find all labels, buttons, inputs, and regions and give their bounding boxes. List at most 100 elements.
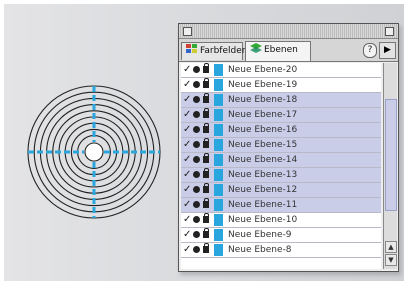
scroll-up-arrow[interactable]: ▲ xyxy=(385,241,397,253)
scroll-down-arrow[interactable]: ▼ xyxy=(385,254,397,266)
visibility-check-icon[interactable]: ✓ xyxy=(183,198,191,212)
tab-swatches[interactable]: Farbfelder xyxy=(181,42,246,60)
layer-color-swatch xyxy=(214,169,223,181)
visibility-check-icon[interactable]: ✓ xyxy=(183,228,191,242)
layer-row[interactable]: ✓ Neue Ebene-18 xyxy=(181,93,381,108)
layer-row[interactable]: ✓ Neue Ebene-16 xyxy=(181,123,381,138)
tab-layers[interactable]: Ebenen xyxy=(245,41,311,61)
visibility-check-icon[interactable]: ✓ xyxy=(183,123,191,137)
layer-row[interactable]: ✓ Neue Ebene-13 xyxy=(181,168,381,183)
scrollbar-thumb[interactable] xyxy=(385,99,397,211)
layer-row[interactable]: ✓ Neue Ebene-8 xyxy=(181,243,381,258)
close-box[interactable] xyxy=(183,27,192,36)
layer-name: Neue Ebene-8 xyxy=(228,245,292,255)
lock-icon[interactable] xyxy=(203,63,209,73)
target-dot-icon[interactable] xyxy=(193,171,200,178)
target-center-ring xyxy=(84,142,104,162)
lock-icon[interactable] xyxy=(203,213,209,223)
visibility-check-icon[interactable]: ✓ xyxy=(183,93,191,107)
target-dot-icon[interactable] xyxy=(193,66,200,73)
target-dot-icon[interactable] xyxy=(193,201,200,208)
lock-icon[interactable] xyxy=(203,168,209,178)
target-dot-icon[interactable] xyxy=(193,141,200,148)
canvas-edge-top xyxy=(0,0,404,4)
target-dot-icon[interactable] xyxy=(193,81,200,88)
visibility-check-icon[interactable]: ✓ xyxy=(183,243,191,257)
target-dot-icon[interactable] xyxy=(193,156,200,163)
concentric-target-artwork[interactable] xyxy=(24,82,164,222)
layer-name: Neue Ebene-10 xyxy=(228,215,298,225)
lock-icon[interactable] xyxy=(203,153,209,163)
visibility-check-icon[interactable]: ✓ xyxy=(183,213,191,227)
layer-name: Neue Ebene-19 xyxy=(228,80,298,90)
layer-row[interactable]: ✓ Neue Ebene-17 xyxy=(181,108,381,123)
layer-row[interactable]: ✓ Neue Ebene-9 xyxy=(181,228,381,243)
swatches-icon xyxy=(186,44,198,54)
layer-color-swatch xyxy=(214,199,223,211)
layer-list-scrollbar[interactable]: ▲ ▼ xyxy=(383,63,397,269)
palette-titlebar[interactable] xyxy=(179,24,398,39)
visibility-check-icon[interactable]: ✓ xyxy=(183,138,191,152)
zoom-box[interactable] xyxy=(385,27,394,36)
lock-icon[interactable] xyxy=(203,123,209,133)
layer-row[interactable]: ✓ Neue Ebene-10 xyxy=(181,213,381,228)
target-dot-icon[interactable] xyxy=(193,246,200,253)
layer-color-swatch xyxy=(214,154,223,166)
lock-icon[interactable] xyxy=(203,78,209,88)
layer-name: Neue Ebene-16 xyxy=(228,125,298,135)
layer-color-swatch xyxy=(214,244,223,256)
artboard-canvas[interactable]: Farbfelder Ebenen ? ▶ ✓ Neue Ebene-20 ✓ Neu… xyxy=(0,0,404,281)
layer-name: Neue Ebene-13 xyxy=(228,170,298,180)
layer-name: Neue Ebene-11 xyxy=(228,200,298,210)
layer-row[interactable]: ✓ Neue Ebene-15 xyxy=(181,138,381,153)
lock-icon[interactable] xyxy=(203,138,209,148)
layer-name: Neue Ebene-9 xyxy=(228,230,292,240)
layer-row[interactable]: ✓ Neue Ebene-19 xyxy=(181,78,381,93)
lock-icon[interactable] xyxy=(203,228,209,238)
visibility-check-icon[interactable]: ✓ xyxy=(183,183,191,197)
layer-name: Neue Ebene-12 xyxy=(228,185,298,195)
help-button[interactable]: ? xyxy=(363,43,377,58)
target-dot-icon[interactable] xyxy=(193,186,200,193)
layer-color-swatch xyxy=(214,214,223,226)
layer-color-swatch xyxy=(214,184,223,196)
palette-tabbar: Farbfelder Ebenen ? ▶ xyxy=(179,39,398,62)
layer-row[interactable]: ✓ Neue Ebene-14 xyxy=(181,153,381,168)
canvas-edge-left xyxy=(0,0,4,281)
visibility-check-icon[interactable]: ✓ xyxy=(183,63,191,77)
target-dot-icon[interactable] xyxy=(193,96,200,103)
layer-name: Neue Ebene-18 xyxy=(228,95,298,105)
visibility-check-icon[interactable]: ✓ xyxy=(183,168,191,182)
lock-icon[interactable] xyxy=(203,93,209,103)
tab-swatches-label: Farbfelder xyxy=(200,46,246,56)
lock-icon[interactable] xyxy=(203,108,209,118)
palette-menu-button[interactable]: ▶ xyxy=(379,42,396,59)
layer-color-swatch xyxy=(214,139,223,151)
target-dot-icon[interactable] xyxy=(193,126,200,133)
layer-row[interactable]: ✓ Neue Ebene-11 xyxy=(181,198,381,213)
layer-color-swatch xyxy=(214,109,223,121)
target-dot-icon[interactable] xyxy=(193,216,200,223)
lock-icon[interactable] xyxy=(203,243,209,253)
tab-layers-label: Ebenen xyxy=(264,45,298,55)
visibility-check-icon[interactable]: ✓ xyxy=(183,108,191,122)
lock-icon[interactable] xyxy=(203,183,209,193)
layers-icon xyxy=(250,43,262,53)
layer-color-swatch xyxy=(214,64,223,76)
visibility-check-icon[interactable]: ✓ xyxy=(183,153,191,167)
layer-list: ✓ Neue Ebene-20 ✓ Neue Ebene-19 ✓ Neue Ebene-… xyxy=(181,63,381,269)
layer-color-swatch xyxy=(214,124,223,136)
target-dot-icon[interactable] xyxy=(193,111,200,118)
layer-color-swatch xyxy=(214,79,223,91)
layers-palette: Farbfelder Ebenen ? ▶ ✓ Neue Ebene-20 ✓ Neu… xyxy=(178,23,399,272)
layer-name: Neue Ebene-14 xyxy=(228,155,298,165)
layer-name: Neue Ebene-20 xyxy=(228,65,298,75)
layer-row[interactable]: ✓ Neue Ebene-20 xyxy=(181,63,381,78)
layer-name: Neue Ebene-17 xyxy=(228,110,298,120)
target-dot-icon[interactable] xyxy=(193,231,200,238)
layer-color-swatch xyxy=(214,229,223,241)
layer-color-swatch xyxy=(214,94,223,106)
lock-icon[interactable] xyxy=(203,198,209,208)
visibility-check-icon[interactable]: ✓ xyxy=(183,78,191,92)
layer-row[interactable]: ✓ Neue Ebene-12 xyxy=(181,183,381,198)
